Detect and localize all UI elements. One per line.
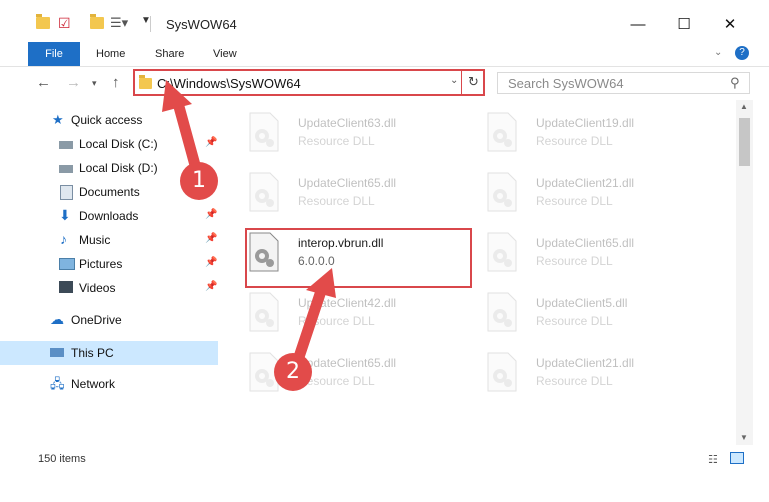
- arrow-step-1: [162, 80, 204, 182]
- step-1-badge: 1: [180, 162, 218, 200]
- annotation-overlay: [162, 80, 336, 372]
- step-2-badge: 2: [274, 353, 312, 391]
- arrow-step-2: [290, 268, 336, 372]
